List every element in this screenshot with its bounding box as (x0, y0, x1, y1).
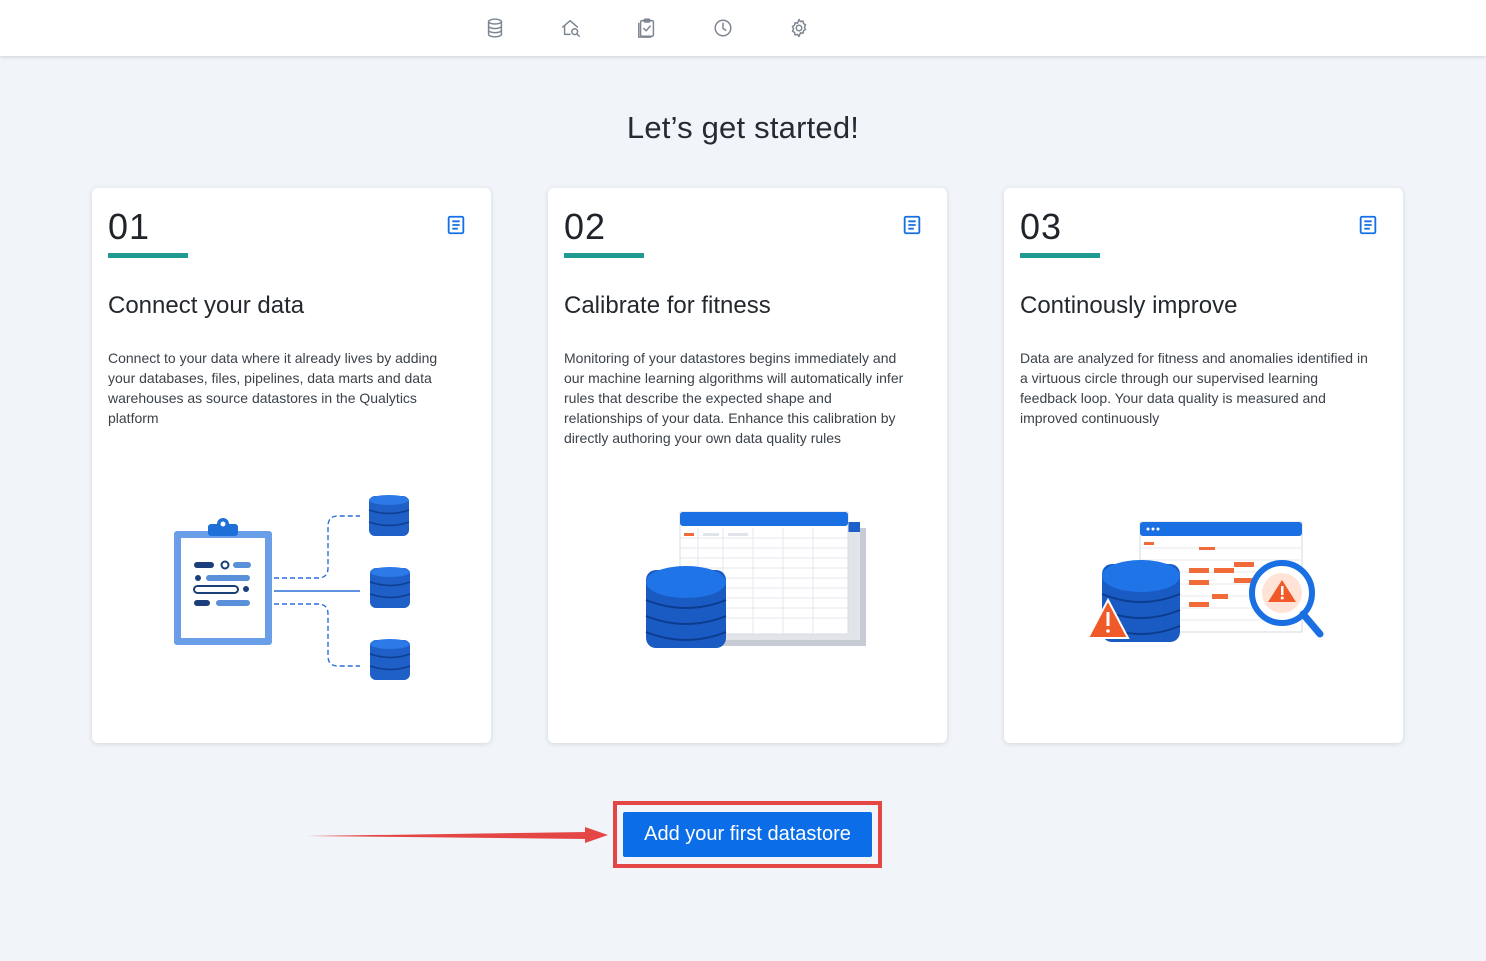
add-first-datastore-button[interactable]: Add your first datastore (623, 812, 872, 857)
step-description: Connect to your data where it already li… (108, 350, 438, 426)
step-title: Calibrate for fitness (564, 292, 771, 319)
document-icon[interactable] (901, 214, 923, 236)
settings-gear-icon[interactable] (785, 14, 813, 42)
step-underline (564, 253, 644, 258)
step-description: Monitoring of your datastores begins imm… (564, 350, 904, 446)
step-title: Continously improve (1020, 292, 1238, 319)
step-number: 03 (1020, 206, 1063, 247)
step-underline (108, 253, 188, 258)
explore-search-icon[interactable] (557, 14, 585, 42)
step-number: 01 (108, 206, 151, 247)
top-navigation-bar (0, 0, 1486, 56)
connect-data-illustration (174, 495, 411, 680)
step-description: Data are analyzed for fitness and anomal… (1020, 350, 1368, 426)
step-title: Connect your data (108, 292, 305, 319)
calibrate-spreadsheet-illustration (645, 511, 866, 648)
document-icon[interactable] (1357, 214, 1379, 236)
step-card-improve: 03 Continously improve Data are analyzed… (1004, 188, 1403, 743)
clock-icon[interactable] (709, 14, 737, 42)
annotation-arrow-icon (307, 827, 608, 843)
database-icon[interactable] (481, 14, 509, 42)
page-title: Let’s get started! (626, 110, 860, 145)
step-card-connect: 01 Connect your data Connect to your dat… (92, 188, 491, 743)
document-icon[interactable] (445, 214, 467, 236)
step-number: 02 (564, 206, 607, 247)
step-underline (1020, 253, 1100, 258)
improve-anomaly-illustration (1086, 521, 1324, 642)
step-card-calibrate: 02 Calibrate for fitness Monitoring of y… (548, 188, 947, 743)
checklist-clipboard-icon[interactable] (633, 14, 661, 42)
